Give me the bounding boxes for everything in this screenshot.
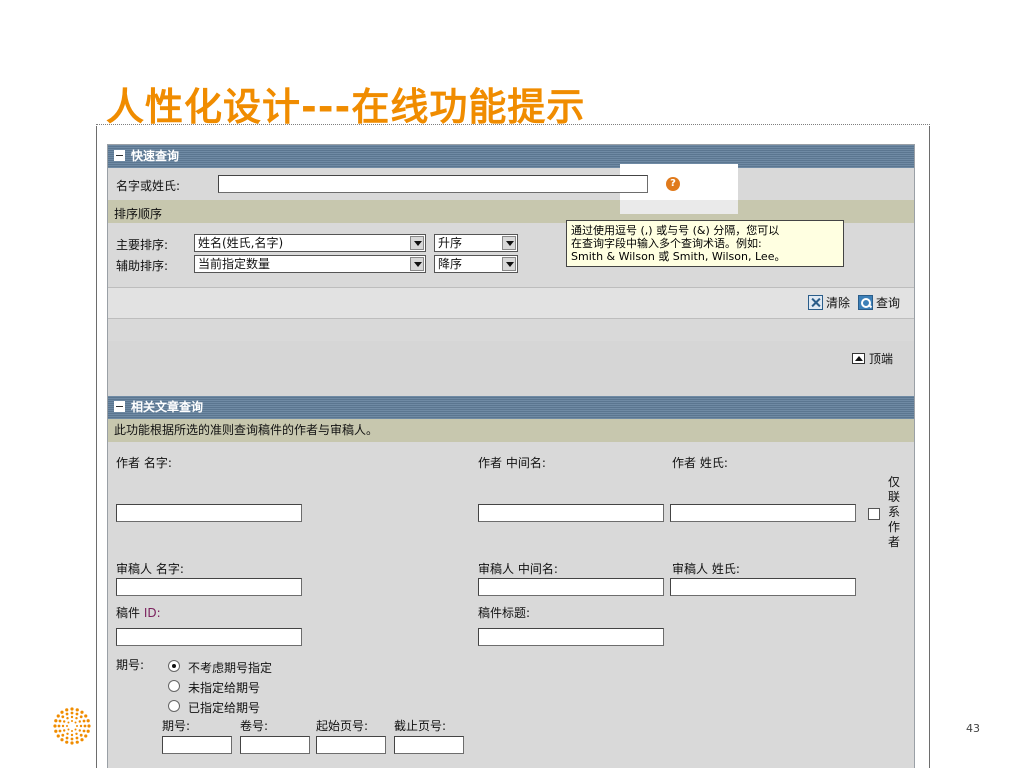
secondary-sort-label: 辅助排序:: [116, 259, 169, 273]
author-first-input[interactable]: [116, 504, 302, 522]
tooltip-line: 在查询字段中输入多个查询术语。例如:: [571, 237, 762, 250]
slide-title: 人性化设计---在线功能提示: [106, 85, 586, 129]
issue-label: 期号:: [116, 658, 145, 672]
sub-issue-label: 期号:: [162, 719, 191, 733]
chevron-down-icon[interactable]: [502, 236, 516, 250]
clear-button[interactable]: 清除: [808, 294, 850, 312]
name-search-input[interactable]: [218, 175, 648, 193]
end-page-input[interactable]: [394, 736, 464, 754]
related-search-title: 相关文章查询: [131, 400, 204, 414]
primary-sort-label: 主要排序:: [116, 238, 169, 252]
search-application: 快速查询 名字或姓氏: ? 排序顺序 主要排序: 姓名(姓氏,名字) 升序 辅助…: [107, 144, 915, 768]
company-logo-icon: [53, 707, 91, 745]
related-search-header[interactable]: 相关文章查询: [108, 396, 914, 419]
contact-author-checkbox[interactable]: [868, 508, 880, 520]
sub-start-page-label: 起始页号:: [316, 719, 369, 733]
arrow-up-icon: [852, 353, 865, 364]
issue-option-assigned-radio[interactable]: [168, 700, 180, 712]
name-label: 名字或姓氏:: [116, 179, 181, 193]
sub-end-page-label: 截止页号:: [394, 719, 447, 733]
issue-option-unassigned-radio[interactable]: [168, 680, 180, 692]
question-circle-icon[interactable]: ?: [666, 177, 680, 191]
manuscript-id-label: 稿件 ID:: [116, 604, 161, 621]
manuscript-id-suffix: ID:: [143, 606, 161, 620]
sub-volume-label: 卷号:: [240, 719, 269, 733]
vertical-char: 联: [887, 490, 900, 504]
search-button[interactable]: 查询: [858, 294, 900, 312]
name-search-row: 名字或姓氏: ?: [108, 164, 914, 204]
collapse-icon[interactable]: [114, 401, 125, 412]
clear-label: 清除: [826, 296, 851, 310]
manuscript-id-prefix: 稿件: [116, 606, 144, 620]
sort-controls: 主要排序: 姓名(姓氏,名字) 升序 辅助排序: 当前指定数量 降序 通过使用逗…: [108, 220, 914, 287]
author-middle-label: 作者 中间名:: [478, 456, 546, 470]
help-highlight-lower: [620, 200, 738, 214]
secondary-sort-select[interactable]: 当前指定数量: [194, 255, 426, 273]
search-icon: [858, 295, 873, 310]
issue-number-input[interactable]: [162, 736, 232, 754]
action-bar: 清除 查询: [108, 287, 914, 319]
quick-search-panel: 快速查询 名字或姓氏: ? 排序顺序 主要排序: 姓名(姓氏,名字) 升序 辅助…: [108, 145, 914, 341]
page-number: 43: [966, 722, 980, 735]
primary-order-select[interactable]: 升序: [434, 234, 518, 252]
issue-option-assigned-label: 已指定给期号: [188, 701, 261, 715]
clear-icon: [808, 295, 823, 310]
reviewer-middle-input[interactable]: [478, 578, 664, 596]
quick-search-title: 快速查询: [131, 149, 180, 163]
secondary-order-value: 降序: [438, 257, 463, 271]
issue-option-ignore-label: 不考虑期号指定: [188, 661, 273, 675]
primary-sort-value: 姓名(姓氏,名字): [198, 236, 284, 250]
author-first-label: 作者 名字:: [116, 456, 172, 470]
reviewer-first-input[interactable]: [116, 578, 302, 596]
tooltip-line: Smith & Wilson 或 Smith, Wilson, Lee。: [571, 250, 786, 263]
collapse-icon[interactable]: [114, 150, 125, 161]
reviewer-first-label: 审稿人 名字:: [116, 562, 184, 576]
issue-option-ignore-radio[interactable]: [168, 660, 180, 672]
volume-number-input[interactable]: [240, 736, 310, 754]
reviewer-last-input[interactable]: [670, 578, 856, 596]
manuscript-title-input[interactable]: [478, 628, 664, 646]
search-label: 查询: [876, 296, 901, 310]
vertical-char: 者: [887, 535, 900, 549]
vertical-char: 仅: [887, 475, 900, 489]
primary-order-value: 升序: [438, 236, 463, 250]
contact-author-label: 仅 联 系 作 者: [887, 475, 901, 550]
related-description: 此功能根据所选的准则查询稿件的作者与审稿人。: [108, 419, 914, 442]
author-last-label: 作者 姓氏:: [672, 456, 728, 470]
title-divider: [96, 124, 930, 125]
chevron-down-icon[interactable]: [410, 236, 424, 250]
reviewer-last-label: 审稿人 姓氏:: [672, 562, 740, 576]
vertical-char: 作: [887, 520, 900, 534]
manuscript-id-input[interactable]: [116, 628, 302, 646]
manuscript-title-label: 稿件标题:: [478, 606, 531, 620]
back-to-top-link[interactable]: 顶端: [852, 350, 893, 368]
start-page-input[interactable]: [316, 736, 386, 754]
primary-sort-select[interactable]: 姓名(姓氏,名字): [194, 234, 426, 252]
vertical-char: 系: [887, 505, 900, 519]
author-last-input[interactable]: [670, 504, 856, 522]
chevron-down-icon[interactable]: [410, 257, 424, 271]
tooltip-line: 通过使用逗号 (,) 或与号 (&) 分隔，您可以: [571, 224, 780, 237]
help-tooltip: 通过使用逗号 (,) 或与号 (&) 分隔，您可以 在查询字段中输入多个查询术语…: [566, 220, 844, 267]
related-search-panel: 相关文章查询 此功能根据所选的准则查询稿件的作者与审稿人。 作者 名字: 作者 …: [108, 396, 914, 768]
top-label: 顶端: [869, 352, 894, 366]
author-middle-input[interactable]: [478, 504, 664, 522]
sort-order-label: 排序顺序: [114, 207, 163, 221]
related-fields: 作者 名字: 作者 中间名: 作者 姓氏: 仅 联 系 作 者 审稿人 名字: …: [108, 442, 914, 768]
secondary-order-select[interactable]: 降序: [434, 255, 518, 273]
secondary-sort-value: 当前指定数量: [198, 257, 271, 271]
issue-option-unassigned-label: 未指定给期号: [188, 681, 261, 695]
quick-search-header[interactable]: 快速查询: [108, 145, 914, 168]
reviewer-middle-label: 审稿人 中间名:: [478, 562, 558, 576]
chevron-down-icon[interactable]: [502, 257, 516, 271]
screenshot-frame: 快速查询 名字或姓氏: ? 排序顺序 主要排序: 姓名(姓氏,名字) 升序 辅助…: [96, 126, 930, 768]
